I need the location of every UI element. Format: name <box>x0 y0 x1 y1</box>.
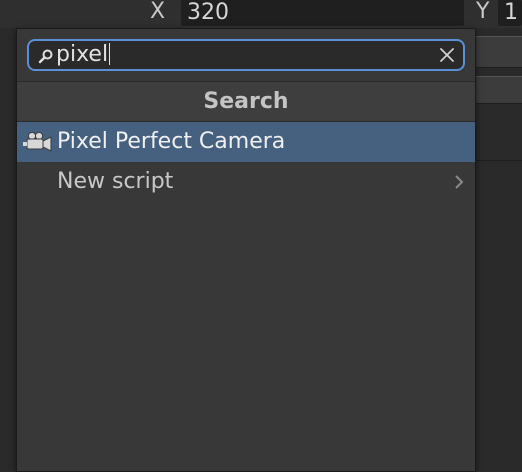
chevron-right-icon <box>455 175 464 189</box>
results-list: Pixel Perfect Camera New script <box>17 122 475 202</box>
x-field[interactable]: 320 <box>181 0 464 26</box>
search-input[interactable]: pixel <box>56 41 111 69</box>
y-field[interactable]: 1 <box>498 0 522 26</box>
inspector-background: X 320 Y 1 pixel Search Pixel Perfect Cam… <box>0 0 522 472</box>
list-item-label: Pixel Perfect Camera <box>57 129 286 154</box>
x-label: X <box>150 0 166 24</box>
text-caret <box>109 43 111 65</box>
close-icon[interactable] <box>439 47 455 63</box>
background-button-1 <box>476 36 522 68</box>
background-divider <box>476 160 522 161</box>
search-icon <box>38 49 53 64</box>
background-button-2 <box>476 76 522 104</box>
camera-icon <box>23 131 52 152</box>
list-item-pixel-perfect-camera[interactable]: Pixel Perfect Camera <box>17 122 475 162</box>
popup-header: Search <box>17 81 475 122</box>
list-item-new-script[interactable]: New script <box>17 162 475 202</box>
y-label: Y <box>476 0 490 24</box>
list-item-label: New script <box>57 169 174 194</box>
transform-position-row: X 320 Y 1 <box>0 0 522 28</box>
add-component-popup: pixel Search Pixel Perfect Camera New sc… <box>16 28 476 472</box>
search-input-value: pixel <box>56 42 109 67</box>
search-box[interactable]: pixel <box>27 39 465 71</box>
